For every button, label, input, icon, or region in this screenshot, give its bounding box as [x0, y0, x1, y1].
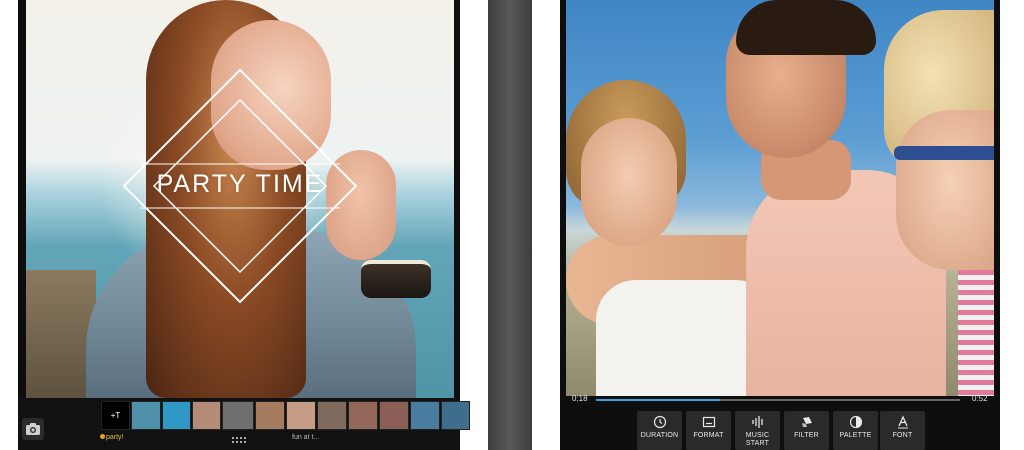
- photo-thumbnail[interactable]: [379, 401, 409, 430]
- palette-label: PALETTE: [839, 432, 872, 439]
- music-start-label: MUSIC START: [745, 432, 770, 447]
- music-start-button[interactable]: MUSIC START: [735, 411, 780, 450]
- filter-icon: [801, 417, 812, 427]
- total-time: 0:52: [972, 394, 988, 403]
- font-label: FONT: [892, 432, 913, 439]
- format-icon: [702, 416, 715, 428]
- photo-glasses: [894, 146, 994, 160]
- format-button[interactable]: FORMAT: [686, 411, 731, 450]
- font-button[interactable]: FONT: [880, 411, 925, 450]
- filter-label: FILTER: [794, 432, 819, 439]
- device-divider: [488, 0, 532, 450]
- reorder-handle-icon[interactable]: [232, 437, 248, 443]
- format-label: FORMAT: [693, 432, 724, 439]
- thumbnail-caption-fun: fun at t...: [292, 434, 320, 441]
- photo-thumbnail[interactable]: [255, 401, 285, 430]
- photo-thumbnail[interactable]: [286, 401, 316, 430]
- current-time: 0:18: [572, 394, 588, 403]
- page-margin: [1000, 0, 1024, 450]
- photo-thumbnail[interactable]: [441, 401, 470, 430]
- camera-icon: [26, 423, 40, 435]
- thumbnail-caption-party: party!: [100, 434, 124, 441]
- playback-progress-fill: [596, 399, 720, 401]
- photo-thumbnail[interactable]: [317, 401, 347, 430]
- photo-thumbnail[interactable]: [131, 401, 161, 430]
- right-preview-photo[interactable]: [566, 0, 994, 396]
- waveform-icon: [751, 416, 763, 428]
- duration-label: DURATION: [640, 432, 679, 439]
- clock-icon: [653, 415, 666, 429]
- camera-button[interactable]: [22, 418, 44, 440]
- caption-dot-icon: [100, 434, 105, 439]
- photo-thumbnail[interactable]: [222, 401, 254, 430]
- photo-thumbnail[interactable]: [162, 401, 191, 430]
- text-slide-thumbnail[interactable]: +T: [101, 401, 130, 430]
- photo-man-hair: [736, 0, 876, 55]
- photo-thumbnail[interactable]: [410, 401, 440, 430]
- duration-button[interactable]: DURATION: [637, 411, 682, 450]
- photo-blonde-face: [896, 110, 994, 270]
- palette-icon: [849, 415, 862, 429]
- photo-striped-sleeve: [958, 270, 994, 396]
- font-icon: [897, 415, 908, 429]
- filter-button[interactable]: FILTER: [784, 411, 829, 450]
- overlay-title-text[interactable]: PARTY TIME: [90, 170, 390, 199]
- photo-woman-face: [581, 118, 677, 246]
- palette-button[interactable]: PALETTE: [833, 411, 878, 450]
- photo-thumbnail[interactable]: [348, 401, 378, 430]
- photo-thumbnail[interactable]: [192, 401, 221, 430]
- photo-subject-bracelet: [361, 260, 431, 298]
